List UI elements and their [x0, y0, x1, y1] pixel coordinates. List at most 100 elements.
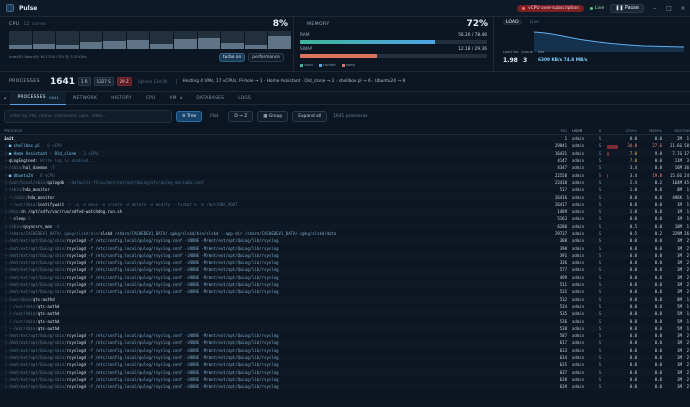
close-icon[interactable]: ×: [676, 5, 690, 12]
mem-cell: 9.0: [654, 150, 662, 156]
table-row[interactable]: ├─/usr/sbin/qts-authd 532 admin S 0.0 0.0 8M 1: [0, 296, 690, 303]
cpu-core-bar: [9, 31, 32, 49]
table-row[interactable]: ├─/share/CACHEDEV1_DATA/.qpkg/slskd/bin/…: [0, 230, 690, 237]
mem-cell: 0.0: [654, 340, 662, 346]
process-args: Write log is enabled...: [37, 158, 96, 164]
table-row[interactable]: ├─/mnt/ext/opt/QuLog/sbin/rsyslogd -f /e…: [0, 237, 690, 244]
col-pid[interactable]: PID: [549, 128, 568, 133]
process-count: 1641: [49, 76, 76, 87]
tab-history[interactable]: HISTORY: [104, 92, 139, 105]
sort-button[interactable]: D → Z: [228, 110, 254, 122]
table-row[interactable]: │ └─sleep 5 5163 admin S 0.0 0.0 1M 1: [0, 215, 690, 222]
table-row[interactable]: │ └─/usr/sbin/qts-authd 538 admin S 0.0 0.0 5M…: [0, 325, 690, 332]
cpu-value: 0.0: [629, 260, 637, 266]
table-row[interactable]: ├─/mnt/ext/opt/QuLog/sbin/rsyslogd -f /e…: [0, 383, 690, 390]
table-row[interactable]: ├─/bin/sh /opt/sdfv/var/run/sdfvd-watchd…: [0, 208, 690, 215]
table-row[interactable]: │ ├─/usr/sbin/qts-authd 535 admin S 0.0 0.0 5M…: [0, 310, 690, 317]
table-row[interactable]: ├─/mnt/ext/opt/QuLog/sbin/rsyslogd -f /e…: [0, 354, 690, 361]
table-row[interactable]: ├─/mnt/ext/opt/QuLog/sbin/rsyslogd -f /e…: [0, 266, 690, 273]
process-args: -f /etc/config.local/qulog/rsyslog.conf …: [85, 333, 279, 339]
pid-cell: 6280: [557, 223, 567, 229]
table-row[interactable]: ├─/mnt/ext/opt/QuLog/sbin/rsyslogd -f /e…: [0, 259, 690, 266]
table-row[interactable]: ├─■ Home Assistant - Old_clone · 2 vCPU 1…: [0, 150, 690, 157]
tab-cpu[interactable]: CPU: [139, 92, 163, 105]
col-user[interactable]: USER: [567, 128, 595, 133]
table-row[interactable]: │ └─/sbin/hda_monitor 26416 admin S 0.0 0.0 49…: [0, 193, 690, 200]
process-path: /mnt/ext/opt/QuLog/sbin/: [8, 252, 67, 258]
running-pill[interactable]: 1 R: [78, 77, 91, 86]
maximize-icon[interactable]: □: [662, 5, 676, 12]
table-row[interactable]: ├─/mnt/ext/opt/QuLog/sbin/rsyslogd -f /e…: [0, 369, 690, 376]
vm-hosting-summary[interactable]: Hosting 4 VMs, 17 vCPUs, Pi-hole → 1 · H…: [175, 79, 405, 84]
table-row[interactable]: │ ├─/usr/sbin/qts-authd 534 admin S 0.0 0.0 5M…: [0, 303, 690, 310]
col-process[interactable]: PROCESS: [0, 128, 549, 133]
queue-stat-label: Queue: [521, 50, 533, 54]
cpu-percent: 8%: [272, 19, 288, 29]
process-filter-input[interactable]: [4, 109, 172, 123]
table-row[interactable]: ├─/mnt/ext/opt/QuLog/sbin/rsyslogd -f /e…: [0, 281, 690, 288]
vcpu-oversubscription-badge[interactable]: vCPU over-subscription: [517, 4, 584, 12]
table-row[interactable]: ├─/sbin/hda_monitor 517 admin S 1.0 0.0 8M 1: [0, 186, 690, 193]
collapse-icon[interactable]: ▴: [0, 92, 10, 105]
group-button[interactable]: ▦ Group: [257, 110, 289, 122]
process-name-cell: ├─/mnt/ext/opt/QuLog/sbin/rsyslogd -f /e…: [0, 333, 549, 338]
pid-cell: 577: [559, 267, 567, 273]
tab-vm[interactable]: VM 4: [163, 92, 190, 105]
col-rss[interactable]: RSS: [662, 128, 682, 133]
tree-view-button[interactable]: ≡ Tree: [176, 110, 203, 122]
table-row[interactable]: ├─/mnt/ext/opt/QuLog/sbin/rsyslogd -f /e…: [0, 376, 690, 383]
turbo-button[interactable]: turbo on: [219, 53, 246, 62]
pid-cell: 535: [559, 311, 567, 317]
state-cell: S: [598, 282, 602, 288]
tab-logs[interactable]: LOGS: [231, 92, 258, 105]
live-indicator: Live: [589, 6, 604, 11]
zombie-pill[interactable]: 29 Z: [116, 77, 132, 86]
table-row[interactable]: ├─/mnt/ext/opt/QuLog/sbin/rsyslogd -f /e…: [0, 332, 690, 339]
pid-cell: 5163: [557, 216, 567, 222]
table-row[interactable]: ├─/sbin/hal_daemon -f 4347 admin S 3.4 0.0 16M…: [0, 164, 690, 171]
minimize-icon[interactable]: –: [648, 5, 662, 12]
mem-cell: 0.0: [654, 158, 662, 164]
pause-button[interactable]: ❚❚ Pause: [610, 3, 644, 13]
tab-databases[interactable]: DATABASES: [189, 92, 231, 105]
table-row[interactable]: ├─/usr/local/sbin/qulogdb --defaults-fil…: [0, 179, 690, 186]
performance-button[interactable]: performance: [248, 53, 284, 62]
table-row[interactable]: ├─/mnt/ext/opt/QuLog/sbin/rsyslogd -f /e…: [0, 244, 690, 251]
table-row[interactable]: init 1 admin S 0.0 0.0 2M 1: [0, 135, 690, 142]
table-row[interactable]: ├─/mnt/ext/opt/QuLog/sbin/rsyslogd -f /e…: [0, 347, 690, 354]
table-row[interactable]: ├─/sbin/qsyncsrv_man -d 6280 admin S 0.5 0.0 1…: [0, 223, 690, 230]
tab-network[interactable]: NETWORK: [66, 92, 104, 105]
live-tab[interactable]: Live: [530, 20, 539, 25]
process-path: /sbin/: [8, 165, 24, 171]
table-row[interactable]: ├─/mnt/ext/opt/QuLog/sbin/rsyslogd -f /e…: [0, 339, 690, 346]
table-row[interactable]: │ └─/usr/sbin/inotifywait -r -q -e move …: [0, 201, 690, 208]
table-row[interactable]: ├─/mnt/ext/opt/QuLog/sbin/rsyslogd -f /e…: [0, 361, 690, 368]
process-name-cell: ├─/mnt/ext/opt/QuLog/sbin/rsyslogd -f /e…: [0, 275, 549, 280]
load-tab[interactable]: LOAD: [503, 20, 522, 25]
swap-bar-fill: [300, 54, 377, 58]
tab-processes[interactable]: PROCESSES 1641: [10, 91, 67, 105]
state-cell: S: [598, 267, 602, 273]
col-state[interactable]: S: [595, 128, 605, 133]
col-cpu[interactable]: CPU%: [605, 128, 637, 133]
cpu-usage-bar: [607, 152, 610, 157]
table-row[interactable]: ├─qLogEngined: Write log is enabled... 41…: [0, 157, 690, 164]
process-name: rsyslogd: [66, 267, 86, 273]
table-row[interactable]: ├─■ shellbox.pl · 6 vCPU 29841 admin S 34.8 2…: [0, 142, 690, 149]
table-row[interactable]: ├─■ Ubuntu24 · 8 vCPU 22558 admin S 3.4 19.8 1…: [0, 171, 690, 179]
table-row[interactable]: ├─/mnt/ext/opt/QuLog/sbin/rsyslogd -f /e…: [0, 274, 690, 281]
flat-view-button[interactable]: Flat: [204, 111, 224, 122]
table-row[interactable]: ├─/mnt/ext/opt/QuLog/sbin/rsyslogd -f /e…: [0, 288, 690, 295]
process-name: Home Assistant - Old_clone: [13, 150, 77, 156]
table-row[interactable]: ├─/mnt/ext/opt/QuLog/sbin/rsyslogd -f /e…: [0, 252, 690, 259]
sleeping-pill[interactable]: 1327 S: [93, 77, 114, 86]
col-threads[interactable]: THR: [682, 128, 690, 133]
cpu-core-bar: [221, 31, 244, 49]
pid-cell: 633: [559, 347, 567, 353]
expand-all-button[interactable]: Expand all: [292, 110, 328, 122]
process-name: rsyslogd: [66, 282, 86, 288]
col-mem[interactable]: MEM%: [637, 128, 662, 133]
pid-cell: 538: [559, 325, 567, 331]
cpu-core-bars: [9, 31, 291, 49]
table-row[interactable]: │ ├─/usr/sbin/qts-authd 536 admin S 0.0 0.0 5M…: [0, 317, 690, 324]
